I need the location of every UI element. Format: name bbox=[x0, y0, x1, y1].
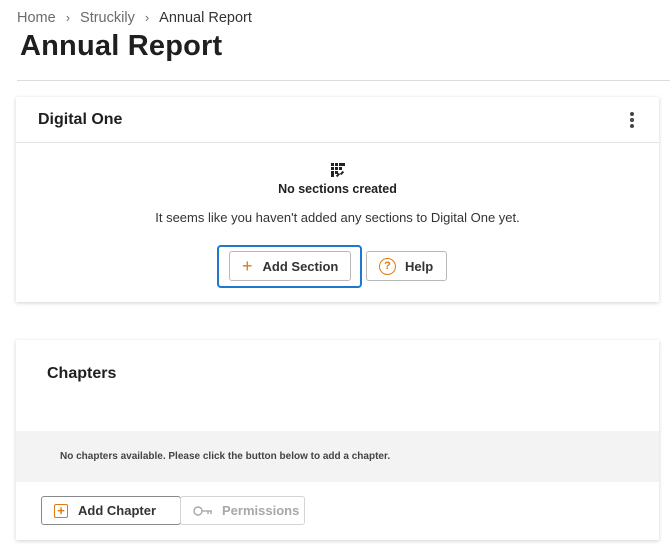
card-header: Digital One bbox=[16, 97, 659, 143]
add-chapter-label: Add Chapter bbox=[78, 503, 156, 518]
card-title: Digital One bbox=[38, 110, 123, 128]
chevron-right-icon: › bbox=[144, 9, 150, 25]
header-divider bbox=[17, 80, 670, 81]
kebab-menu-icon[interactable] bbox=[627, 111, 637, 129]
empty-state-title: No sections created bbox=[278, 182, 397, 196]
chapters-card: Chapters No chapters available. Please c… bbox=[16, 340, 659, 540]
no-chapters-message: No chapters available. Please click the … bbox=[16, 431, 659, 482]
breadcrumb: Home › Struckily › Annual Report bbox=[17, 9, 252, 27]
digital-one-card: Digital One No sections created It seems… bbox=[16, 97, 659, 302]
permissions-label: Permissions bbox=[222, 503, 300, 518]
add-section-label: Add Section bbox=[262, 258, 339, 274]
question-circle-icon: ? bbox=[379, 257, 396, 275]
page-title: Annual Report bbox=[20, 30, 223, 62]
plus-icon: + bbox=[242, 256, 253, 276]
breadcrumb-item-struckily[interactable]: Struckily bbox=[80, 10, 135, 26]
chapters-title: Chapters bbox=[47, 365, 117, 382]
help-label: Help bbox=[405, 258, 434, 274]
empty-state: No sections created It seems like you ha… bbox=[16, 163, 659, 225]
permissions-button[interactable]: Permissions bbox=[180, 496, 305, 525]
grid-dots-icon bbox=[330, 163, 345, 178]
help-button[interactable]: ? Help bbox=[366, 251, 447, 281]
key-icon bbox=[193, 505, 213, 517]
breadcrumb-item-current: Annual Report bbox=[159, 10, 252, 26]
plus-square-icon: + bbox=[54, 503, 68, 518]
breadcrumb-item-home[interactable]: Home bbox=[17, 10, 56, 26]
chevron-right-icon: › bbox=[65, 9, 71, 25]
empty-state-description: It seems like you haven't added any sect… bbox=[155, 210, 520, 225]
add-section-button[interactable]: + Add Section bbox=[229, 251, 351, 281]
add-chapter-button[interactable]: + Add Chapter bbox=[41, 496, 181, 525]
